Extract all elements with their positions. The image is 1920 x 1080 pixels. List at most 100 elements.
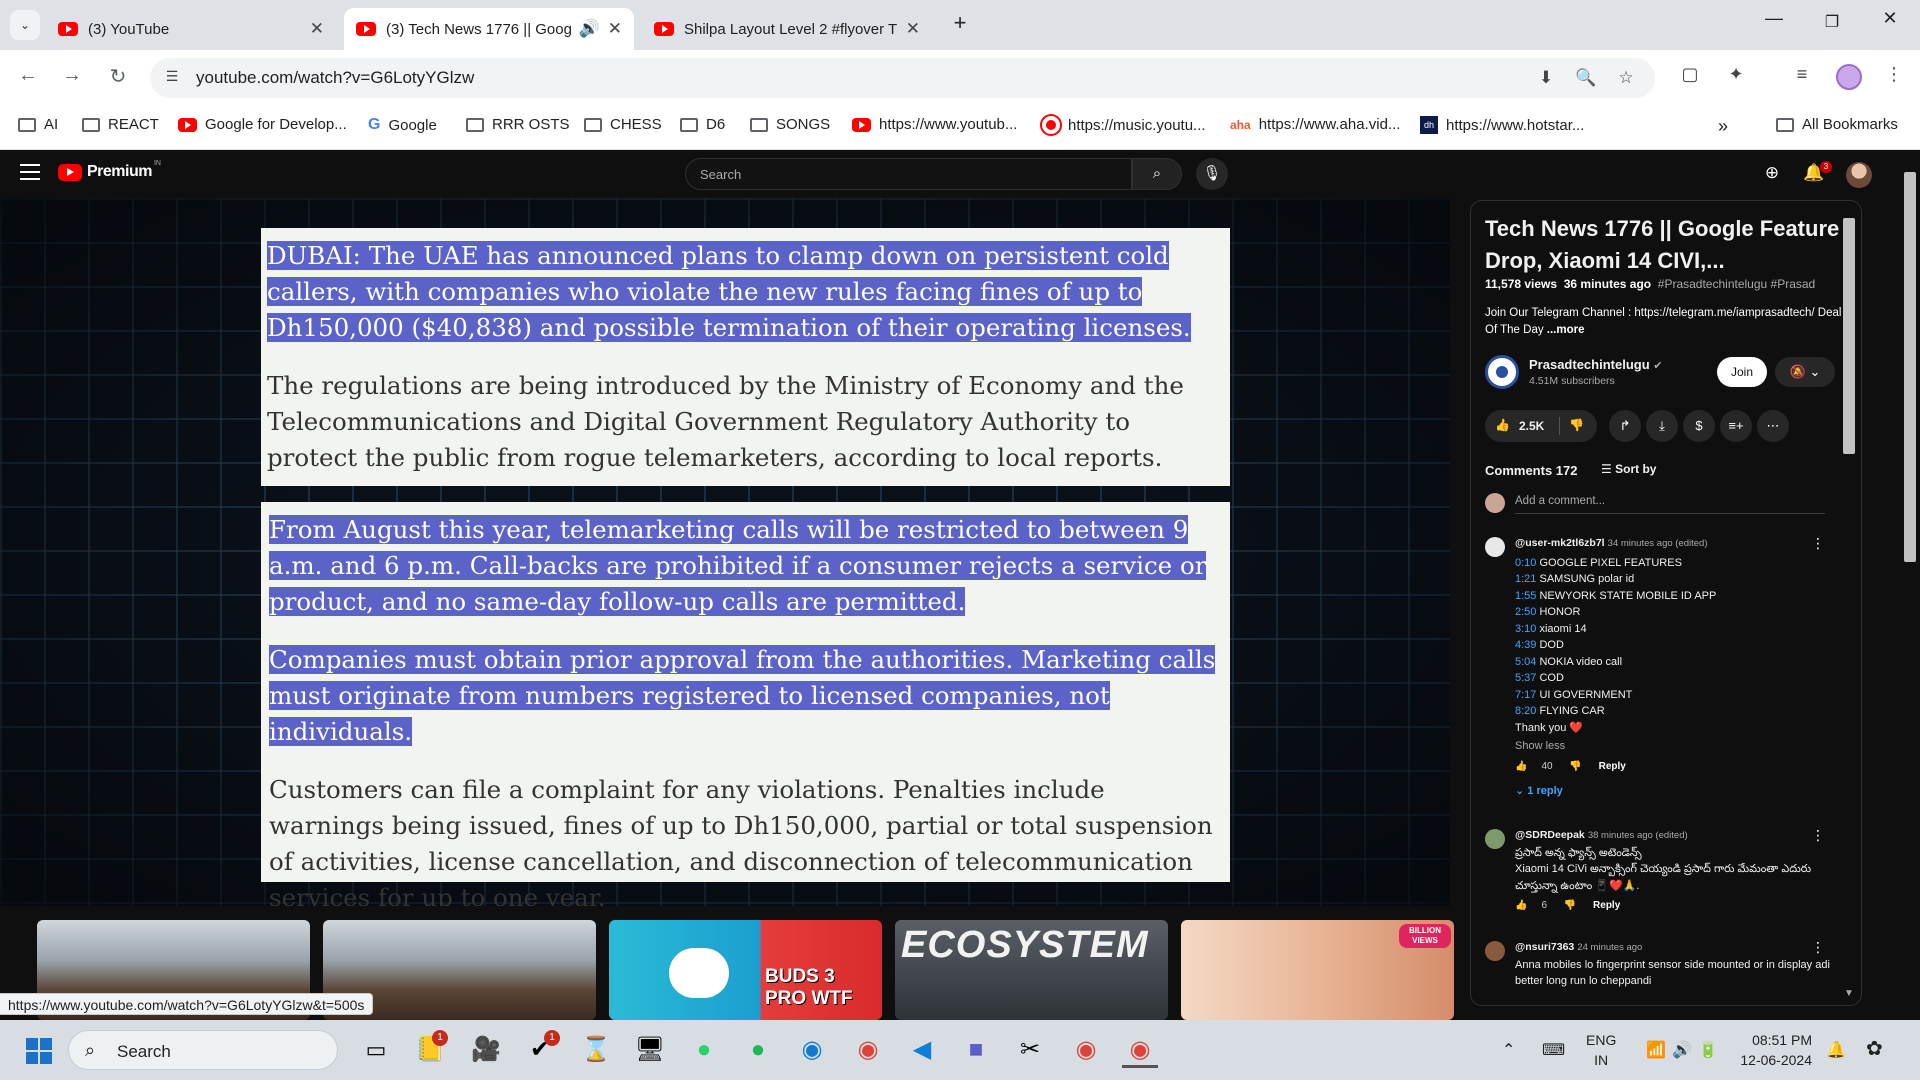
hashtags[interactable]: #Prasadtechintelugu #Prasad bbox=[1658, 277, 1815, 291]
hamburger-menu-icon[interactable] bbox=[20, 164, 40, 180]
tab-search-button[interactable]: ⌄ bbox=[10, 10, 40, 40]
site-info-icon[interactable]: ☰ bbox=[162, 68, 182, 88]
like-thumb-icon[interactable]: 👍 bbox=[1495, 418, 1510, 432]
bookmark-youtube[interactable]: https://www.youtub... bbox=[852, 116, 1017, 133]
commenter-avatar[interactable] bbox=[1485, 941, 1505, 961]
spotify-icon[interactable]: ● bbox=[740, 1032, 776, 1068]
more-actions-icon[interactable]: ⋯ bbox=[1757, 410, 1789, 442]
video-description[interactable]: Join Our Telegram Channel : https://tele… bbox=[1485, 305, 1845, 339]
end-card-3[interactable]: BUDS 3 PRO WTF bbox=[609, 920, 882, 1020]
timestamp-link[interactable]: 1:55 bbox=[1515, 590, 1536, 602]
join-button[interactable]: Join bbox=[1717, 357, 1767, 387]
comment-dislike-icon[interactable]: 👎 bbox=[1564, 900, 1576, 911]
tab-tech-news[interactable]: (3) Tech News 1776 || Goog 🔊 ✕ bbox=[344, 8, 634, 50]
snipping-tool-icon[interactable]: ✂ bbox=[1012, 1032, 1048, 1068]
account-avatar[interactable] bbox=[1846, 162, 1872, 188]
all-bookmarks[interactable]: All Bookmarks bbox=[1776, 116, 1898, 133]
more-link[interactable]: ...more bbox=[1547, 324, 1585, 336]
extensions-puzzle-icon[interactable]: ✦ bbox=[1722, 64, 1750, 85]
speaker-icon[interactable]: 🔊 bbox=[579, 19, 600, 39]
timestamp-link[interactable]: 8:20 bbox=[1515, 705, 1536, 717]
commenter-avatar[interactable] bbox=[1485, 829, 1505, 849]
comment-like-icon[interactable]: 👍 bbox=[1515, 761, 1527, 772]
search-button[interactable]: ⌕ bbox=[1132, 158, 1182, 190]
share-icon[interactable]: ↱ bbox=[1609, 410, 1641, 442]
zoom-icon[interactable]: 🔍 bbox=[1574, 68, 1598, 88]
comment-dislike-icon[interactable]: 👎 bbox=[1569, 761, 1581, 772]
timestamp-link[interactable]: 5:37 bbox=[1515, 672, 1536, 684]
comment-handle[interactable]: @nsuri7363 bbox=[1515, 941, 1574, 953]
view-replies-link[interactable]: ⌄ 1 reply bbox=[1515, 783, 1835, 800]
end-card-4[interactable]: ECOSYSTEM bbox=[895, 920, 1168, 1020]
timestamp-link[interactable]: 0:10 bbox=[1515, 557, 1536, 569]
new-tab-button[interactable]: + bbox=[940, 10, 980, 36]
minimize-button[interactable]: — bbox=[1754, 8, 1794, 29]
timestamp-link[interactable]: 7:17 bbox=[1515, 689, 1536, 701]
bookmark-youtube-music[interactable]: https://music.youtu... bbox=[1042, 116, 1206, 134]
page-scrollbar[interactable] bbox=[1900, 162, 1920, 1012]
chrome-icon[interactable]: ◉ bbox=[850, 1032, 886, 1068]
page-scrollbar-thumb[interactable] bbox=[1904, 172, 1916, 562]
show-hidden-icons-chevron[interactable]: ⌃ bbox=[1502, 1040, 1515, 1060]
teams-icon[interactable]: ■ bbox=[958, 1032, 994, 1068]
volume-icon[interactable]: 🔊 bbox=[1672, 1040, 1692, 1060]
chrome-profile-icon[interactable]: ◉ bbox=[1068, 1032, 1104, 1068]
sort-by-button[interactable]: ☰ Sort by bbox=[1601, 462, 1656, 476]
create-video-icon[interactable]: ⊕ bbox=[1760, 163, 1784, 183]
bookmark-react[interactable]: REACT bbox=[82, 116, 159, 133]
battery-icon[interactable]: 🔋 bbox=[1698, 1040, 1718, 1060]
dislike-thumb-icon[interactable]: 👎 bbox=[1569, 418, 1584, 432]
panel-scrollbar-thumb[interactable] bbox=[1843, 218, 1855, 454]
bookmark-star-icon[interactable]: ☆ bbox=[1614, 68, 1638, 88]
meet-app-icon[interactable]: 🎥 bbox=[468, 1032, 504, 1068]
add-comment-box[interactable]: Add a comment... bbox=[1485, 491, 1825, 515]
profile-avatar[interactable] bbox=[1836, 64, 1862, 90]
comment-menu-kebab-icon[interactable]: ⋮ bbox=[1811, 535, 1825, 552]
reply-button[interactable]: Reply bbox=[1593, 900, 1620, 911]
chrome-active-icon[interactable]: ◉ bbox=[1122, 1032, 1158, 1068]
taskbar-search[interactable]: ⌕ Search bbox=[68, 1030, 338, 1070]
address-bar[interactable]: ☰ youtube.com/watch?v=G6LotyYGlzw ⬇ 🔍 ☆ bbox=[150, 58, 1655, 98]
bookmark-songs[interactable]: SONGS bbox=[750, 116, 830, 133]
timestamp-link[interactable]: 1:21 bbox=[1515, 573, 1536, 585]
close-tab-icon[interactable]: ✕ bbox=[608, 19, 622, 39]
hourglass-app-icon[interactable]: ⌛ bbox=[578, 1032, 614, 1068]
restore-button[interactable]: ❐ bbox=[1812, 12, 1852, 32]
forward-icon[interactable]: → bbox=[58, 64, 86, 87]
media-controls-icon[interactable]: ≡ bbox=[1788, 64, 1816, 85]
commenter-avatar[interactable] bbox=[1485, 537, 1505, 557]
comment-menu-kebab-icon[interactable]: ⋮ bbox=[1811, 827, 1825, 844]
edge-icon[interactable]: ◉ bbox=[794, 1032, 830, 1068]
channel-avatar[interactable] bbox=[1485, 355, 1519, 389]
notification-bell-icon[interactable]: 🔔 bbox=[1826, 1040, 1846, 1060]
comment-handle[interactable]: @user-mk2tl6zb7l bbox=[1515, 537, 1605, 549]
bookmark-ai[interactable]: AI bbox=[18, 116, 58, 133]
search-input[interactable]: Search bbox=[685, 158, 1132, 190]
timestamp-link[interactable]: 2:50 bbox=[1515, 606, 1536, 618]
wifi-icon[interactable]: 📶 bbox=[1646, 1040, 1666, 1060]
bookmark-d6[interactable]: D6 bbox=[680, 116, 725, 133]
display-app-icon[interactable]: 🖥 bbox=[632, 1032, 668, 1068]
copilot-icon[interactable]: ✿ bbox=[1866, 1036, 1883, 1061]
language-indicator[interactable]: ENG IN bbox=[1586, 1030, 1616, 1070]
bookmark-rrr-osts[interactable]: RRR OSTS bbox=[466, 116, 570, 133]
whatsapp-icon[interactable]: ● bbox=[686, 1032, 722, 1068]
close-window-button[interactable]: ✕ bbox=[1870, 8, 1910, 29]
menu-kebab-icon[interactable]: ⋮ bbox=[1880, 64, 1908, 85]
keyboard-icon[interactable]: ⌨ bbox=[1542, 1040, 1565, 1060]
like-count[interactable]: 2.5K bbox=[1519, 419, 1544, 433]
bookmark-hotstar[interactable]: dh https://www.hotstar... bbox=[1420, 116, 1584, 134]
download-icon[interactable]: ⤓ bbox=[1646, 410, 1678, 442]
save-to-playlist-icon[interactable]: ≡+ bbox=[1720, 410, 1752, 442]
close-tab-icon[interactable]: ✕ bbox=[310, 19, 324, 39]
bookmark-aha[interactable]: aha https://www.aha.vid... bbox=[1230, 116, 1400, 133]
comment-handle[interactable]: @SDRDeepak bbox=[1515, 829, 1585, 841]
timestamp-link[interactable]: 5:04 bbox=[1515, 656, 1536, 668]
close-tab-icon[interactable]: ✕ bbox=[906, 19, 920, 39]
extension-icon[interactable]: ▢ bbox=[1676, 64, 1704, 85]
end-card-5[interactable]: BILLION VIEWS bbox=[1181, 920, 1454, 1020]
reload-icon[interactable]: ↻ bbox=[104, 64, 132, 89]
vscode-icon[interactable]: ◀ bbox=[904, 1032, 940, 1068]
tab-shilpa-layout[interactable]: Shilpa Layout Level 2 #flyover T ✕ bbox=[642, 8, 932, 50]
system-clock[interactable]: 08:51 PM 12-06-2024 bbox=[1736, 1030, 1812, 1070]
